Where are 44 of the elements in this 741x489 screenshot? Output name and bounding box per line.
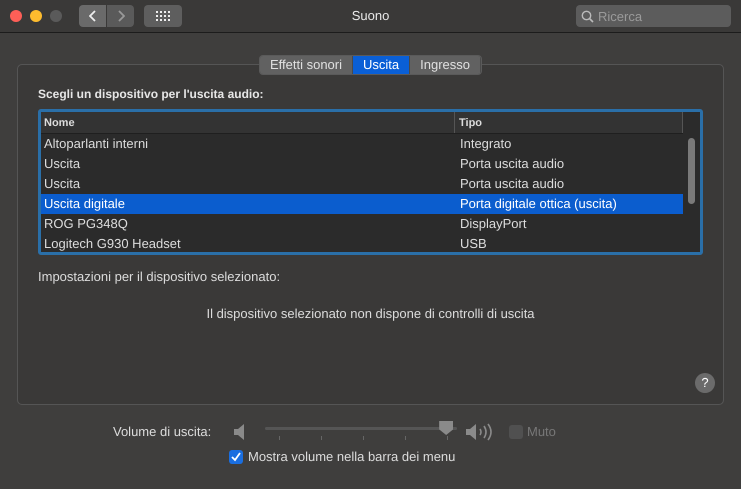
- table-cell-text: ROG PG348Q: [43, 215, 129, 233]
- table-cell-text: USB: [459, 235, 488, 252]
- table-cell-text: Logitech G930 Headset: [43, 235, 182, 252]
- chevron-right-icon: [116, 10, 124, 22]
- status-message: Il dispositivo selezionato non dispone di controlli di uscita: [205, 304, 536, 323]
- table-cell-text: DisplayPort: [459, 215, 528, 233]
- grid-button[interactable]: [144, 5, 182, 27]
- scrollbar-thumb[interactable]: [688, 138, 695, 204]
- table-row[interactable]: Uscita digitale Porta digitale ottica (uscita): [41, 194, 683, 214]
- table-row[interactable]: Logitech G930 Headset USB: [41, 234, 683, 252]
- table-row[interactable]: Uscita Porta uscita audio: [41, 174, 683, 194]
- table-row[interactable]: ROG PG348Q DisplayPort: [41, 214, 683, 234]
- volume-label: Volume di uscita:: [113, 423, 212, 442]
- table-cell-text: Integrato: [459, 135, 512, 153]
- forward-button[interactable]: [107, 5, 134, 27]
- grid-icon: [156, 11, 170, 21]
- volume-slider[interactable]: [265, 421, 457, 443]
- menu-bar-checkbox[interactable]: [229, 450, 243, 464]
- section-heading: Scegli un dispositivo per l'uscita audio:: [38, 86, 265, 103]
- tab[interactable]: Uscita: [353, 56, 410, 74]
- tab[interactable]: Effetti sonori: [260, 56, 354, 74]
- checkmark-icon: [231, 452, 241, 462]
- table-cell-text: Porta uscita audio: [459, 175, 566, 193]
- chevron-left-icon: [88, 10, 96, 22]
- search-icon: [581, 10, 594, 23]
- column-header[interactable]: Nome: [41, 112, 455, 133]
- mute-label: Muto: [527, 423, 556, 442]
- minimize-button[interactable]: [30, 10, 42, 22]
- table-row[interactable]: Uscita Porta uscita audio: [41, 154, 683, 174]
- back-button[interactable]: [79, 5, 106, 27]
- speaker-icon: [233, 423, 247, 441]
- table-cell-text: Porta uscita audio: [459, 155, 566, 173]
- table-cell-text: Porta digitale ottica (uscita): [459, 195, 618, 213]
- search-field[interactable]: Ricerca: [576, 5, 731, 27]
- table-cell-text: Uscita: [43, 175, 82, 193]
- table-cell-text: Uscita: [43, 155, 82, 173]
- table-cell-text: Altoparlanti interni: [43, 135, 150, 153]
- menu-bar-label: Mostra volume nella barra dei menu: [248, 448, 456, 466]
- close-button[interactable]: [10, 10, 22, 22]
- settings-label: Impostazioni per il dispositivo selezionato:: [38, 268, 282, 286]
- window-title: Suono: [352, 7, 390, 26]
- table-row[interactable]: Altoparlanti interni Integrato: [41, 134, 683, 154]
- tab[interactable]: Ingresso: [410, 56, 482, 74]
- table-cell-text: Uscita digitale: [43, 195, 126, 213]
